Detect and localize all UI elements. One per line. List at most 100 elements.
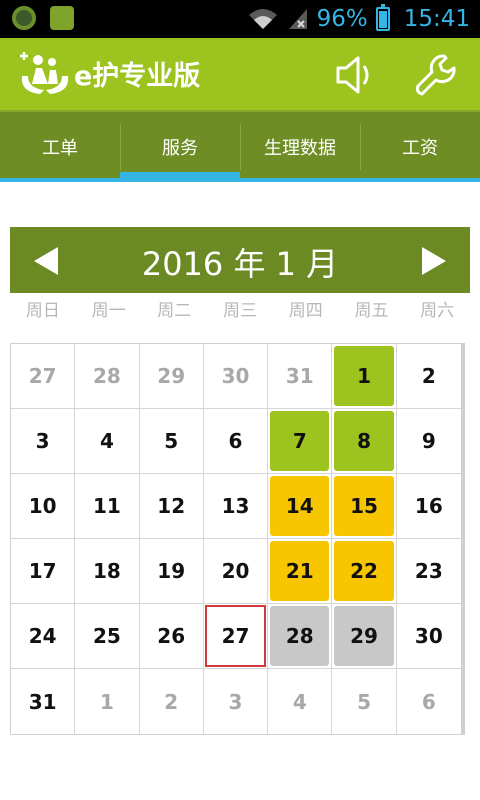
weekday-label: 周四 xyxy=(288,301,323,321)
calendar-day[interactable]: 3 xyxy=(204,669,269,734)
day-number: 12 xyxy=(157,494,186,518)
day-number: 31 xyxy=(285,364,314,388)
day-number: 6 xyxy=(421,689,436,714)
calendar-day[interactable]: 25 xyxy=(75,604,140,669)
calendar-day[interactable]: 14 xyxy=(268,474,333,539)
weekday-label: 周六 xyxy=(420,301,455,321)
calendar-day[interactable]: 4 xyxy=(75,409,140,474)
calendar-day[interactable]: 30 xyxy=(396,604,461,669)
weekday-label: 周五 xyxy=(354,301,389,321)
tab-physiological-data[interactable]: 生理数据 xyxy=(240,112,360,182)
calendar-day[interactable]: 6 xyxy=(397,669,461,734)
calendar-day[interactable]: 2 xyxy=(140,669,204,734)
tab-salary[interactable]: 工资 xyxy=(360,112,480,182)
calendar-day[interactable]: 12 xyxy=(139,474,204,539)
calendar-day[interactable]: 29 xyxy=(332,604,397,669)
calendar-day[interactable]: 8 xyxy=(332,409,397,474)
calendar-day[interactable]: 27 xyxy=(11,344,76,409)
wifi-icon xyxy=(248,9,277,29)
day-number: 6 xyxy=(228,429,243,453)
calendar-day[interactable]: 29 xyxy=(139,344,204,409)
day-number: 25 xyxy=(93,624,121,648)
calendar-day-today[interactable]: 27 xyxy=(203,604,269,669)
calendar-day[interactable]: 4 xyxy=(268,669,333,734)
calendar-day[interactable]: 15 xyxy=(332,474,397,539)
day-number: 5 xyxy=(357,689,372,714)
day-number: 31 xyxy=(28,689,57,714)
day-number: 28 xyxy=(285,624,314,648)
calendar-day[interactable]: 23 xyxy=(396,539,461,604)
day-number: 27 xyxy=(221,624,250,648)
calendar-day[interactable]: 26 xyxy=(139,604,204,669)
day-number: 22 xyxy=(350,559,378,583)
day-number: 5 xyxy=(164,429,179,453)
calendar-day[interactable]: 6 xyxy=(203,409,269,474)
day-number: 30 xyxy=(414,624,443,648)
calendar-day[interactable]: 20 xyxy=(203,539,269,604)
app-bar: e护专业版 xyxy=(0,38,480,110)
day-number: 28 xyxy=(93,364,121,388)
day-number: 23 xyxy=(414,559,443,583)
day-number: 13 xyxy=(221,494,250,518)
day-number: 2 xyxy=(421,364,436,388)
calendar-day[interactable]: 13 xyxy=(203,474,269,539)
day-number: 1 xyxy=(357,364,372,388)
calendar-day[interactable]: 10 xyxy=(11,474,76,539)
status-left xyxy=(12,6,74,30)
day-number: 15 xyxy=(350,494,378,518)
status-right: 96% 15:41 xyxy=(247,0,470,38)
calendar-day[interactable]: 1 xyxy=(332,344,397,409)
day-number: 26 xyxy=(157,624,186,648)
day-number: 3 xyxy=(228,689,243,714)
calendar-day[interactable]: 9 xyxy=(396,409,461,474)
signal-icon xyxy=(288,9,307,29)
calendar-day[interactable]: 17 xyxy=(11,539,76,604)
speaker-icon[interactable] xyxy=(334,56,374,94)
day-number: 3 xyxy=(35,429,50,453)
next-month-icon[interactable] xyxy=(422,247,446,275)
day-number: 11 xyxy=(93,494,121,518)
calendar-day[interactable]: 31 xyxy=(11,669,76,734)
calendar-day[interactable]: 21 xyxy=(268,539,333,604)
calendar-day[interactable]: 31 xyxy=(268,344,333,409)
calendar-day[interactable]: 19 xyxy=(139,539,204,604)
day-number: 20 xyxy=(221,559,250,583)
calendar-day[interactable]: 22 xyxy=(332,539,397,604)
day-number: 30 xyxy=(221,364,250,388)
day-number: 10 xyxy=(28,494,57,518)
day-number: 9 xyxy=(421,429,436,453)
weekday-row: 周日 周一 周二 周三 周四 周五 周六 xyxy=(10,296,470,321)
calendar-day[interactable]: 28 xyxy=(268,604,333,669)
clock: 15:41 xyxy=(403,6,470,32)
day-number: 18 xyxy=(93,559,121,583)
calendar-day[interactable]: 1 xyxy=(75,669,140,734)
weekday-label: 周日 xyxy=(25,301,60,321)
app-title: e护专业版 xyxy=(74,61,201,92)
day-number: 16 xyxy=(414,494,443,518)
weekday-label: 周一 xyxy=(91,301,126,321)
calendar-day[interactable]: 5 xyxy=(139,409,204,474)
calendar-day[interactable]: 7 xyxy=(268,409,333,474)
calendar-day[interactable]: 28 xyxy=(75,344,140,409)
day-number: 8 xyxy=(357,429,372,453)
tab-work-orders[interactable]: 工单 xyxy=(0,112,120,182)
calendar-day[interactable]: 5 xyxy=(332,669,397,734)
app-notification-icon xyxy=(12,6,36,30)
weekday-label: 周三 xyxy=(223,301,258,321)
tab-underline xyxy=(0,178,480,182)
calendar-day[interactable]: 18 xyxy=(75,539,140,604)
calendar-day[interactable]: 24 xyxy=(11,604,76,669)
day-number: 4 xyxy=(99,429,114,453)
calendar-day[interactable]: 3 xyxy=(11,409,76,474)
battery-percent: 96% xyxy=(316,6,368,32)
tab-active-indicator xyxy=(120,172,240,182)
calendar-day[interactable]: 30 xyxy=(203,344,269,409)
calendar-day[interactable]: 16 xyxy=(396,474,461,539)
day-number: 24 xyxy=(28,624,57,648)
day-number: 2 xyxy=(164,689,179,714)
app-notification-icon xyxy=(50,6,74,30)
status-bar: 96% 15:41 xyxy=(0,0,480,38)
wrench-icon[interactable] xyxy=(414,52,460,98)
calendar-day[interactable]: 11 xyxy=(75,474,140,539)
calendar-day[interactable]: 2 xyxy=(396,344,461,409)
